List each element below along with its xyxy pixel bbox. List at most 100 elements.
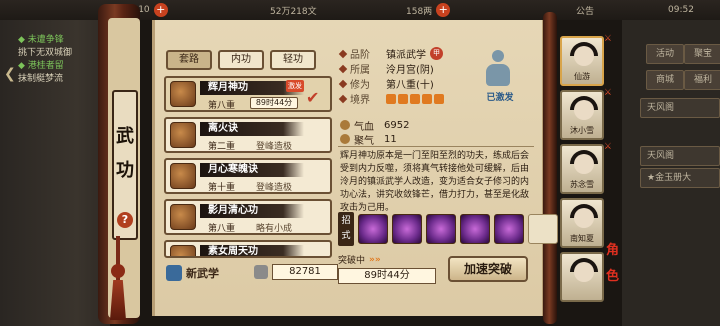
skill-description: 辉月神功原本是一门至阳至烈的功夫，练成后会受到内力反噬，须将真气转接他处可缓解，… [340,151,530,213]
cultivation-value: 第八重(十) [386,80,434,91]
hp-label: 气血 [354,121,374,133]
face [574,46,594,66]
title-char-1: 武 [116,126,134,147]
quest-line-3[interactable]: ◆ 港桂者留 [18,60,64,73]
character-name: 南知夏 [570,234,594,243]
realm-label: 境界 [350,95,370,106]
quest-line-2[interactable]: 挑下无双城御 [18,47,72,60]
points-value: 82781 [272,264,338,280]
skill-level: 第八重 [208,101,236,111]
character-portrait[interactable] [560,252,604,302]
skill-row-4[interactable]: 影月清心功 第八重 略有小成 [164,199,332,235]
face [574,154,594,174]
breakthrough-timer: 89时44分 [338,268,436,284]
welfare-button[interactable]: 福利 [684,70,720,90]
skill-level: 第八重 [208,224,236,234]
breakthrough-progress: 突破中»» 89时44分 [338,253,438,284]
sect-label: 所属 [350,65,370,76]
help-icon[interactable]: ? [117,212,133,228]
treasure-button[interactable]: 聚宝 [684,44,720,64]
tianfeng-pavilion-button[interactable]: 天风阁 [640,98,720,118]
tassel-knot [111,264,125,278]
character-portrait[interactable]: 仙游 ⚔ [560,34,612,86]
quest-line-1[interactable]: ◆ 未遭争锋 [18,34,64,47]
rank-row: 品阶 镇派武学甲 [338,46,444,61]
tab-inner-skill[interactable]: 内功 [218,50,264,70]
sect-value: 泠月宫(阴) [386,65,434,76]
power-label: 聚气 [354,135,374,147]
rank-label: 品阶 [350,50,370,61]
skill-scroll-icon [170,122,196,148]
realm-level-bars [386,93,444,104]
character-portrait[interactable]: 沐小雪 ⚔ [560,88,612,140]
skill-row-2[interactable]: 离火诀 第二重 登峰造极 [164,117,332,153]
skill-status: 登峰造极 [256,183,293,193]
character-portrait[interactable]: 南知夏 [560,198,604,248]
skill-scroll-icon [170,204,196,230]
collapse-arrow-icon[interactable]: ❮ [4,66,16,82]
divider [338,146,534,147]
skill-name: 素女周天功 [200,245,304,256]
face [574,100,594,120]
skill-row-3[interactable]: 月心寒魄诀 第十重 登峰造极 [164,158,332,194]
quest-line-4[interactable]: 抹制艇梦流 [18,73,63,86]
points-icon [254,265,268,279]
character-name: 仙游 [574,72,590,81]
tianfeng-pavilion-tab[interactable]: 天风阁 [640,146,720,166]
jade-book-button[interactable]: ★金玉册大 [640,168,720,188]
skill-row-1[interactable]: 辉月神功 激发 第八重 89时44分 ✔ [164,76,332,112]
realm-bar [434,93,444,104]
breakthrough-arrows-icon: »» [369,254,381,265]
character-name: 沐小雪 [570,126,594,135]
bullet-icon [338,64,348,73]
move-icon[interactable] [426,214,456,244]
skill-list: 辉月神功 激发 第八重 89时44分 ✔ 离火诀 第二重 登峰造极 月心寒魄诀 … [164,76,332,263]
bullet-icon [338,79,348,88]
move-icon[interactable] [358,214,388,244]
role-label[interactable]: 角 色 [606,238,628,290]
hp-value: 6952 [384,119,410,131]
skill-level: 第十重 [208,183,236,193]
battle-flag-icon: ⚔ [603,142,612,152]
skill-info: 品阶 镇派武学甲 所属 泠月宫(阴) 修为 第八重(十) 境界 [338,46,444,106]
new-skill-label: 新武学 [186,267,219,280]
skill-status: 登峰造极 [256,142,293,152]
skill-name: 月心寒魄诀 [200,163,304,177]
gold-value: 158两 [406,6,433,17]
character-portrait[interactable]: 苏念雪 ⚔ [560,142,612,194]
tab-routine[interactable]: 套路 [166,50,212,70]
realm-bar [398,93,408,104]
realm-row: 境界 [338,91,444,106]
skill-stats: 气血 6952 聚气 11 [340,118,410,147]
battle-flag-icon: ⚔ [603,34,612,44]
skill-scroll-icon [170,245,196,256]
move-icon[interactable] [494,214,524,244]
realm-bar [422,93,432,104]
new-skill-button[interactable]: 新武学 [166,264,258,282]
shop-button[interactable]: 商城 [646,70,684,90]
sect-row: 所属 泠月宫(阴) [338,61,444,76]
skill-row-5[interactable]: 素女周天功 [164,240,332,258]
battle-flag-icon: ⚔ [603,88,612,98]
move-icon[interactable] [392,214,422,244]
activity-button[interactable]: 活动 [646,44,684,64]
scroll-rod-right [543,12,557,324]
skill-name: 离火诀 [200,122,304,136]
skill-status: 略有小成 [256,224,293,234]
announcement-button[interactable]: 公告 [576,2,594,18]
gold-counter: 158两 + [406,2,451,18]
skill-category-tabs: 套路 内功 轻功 [166,50,316,70]
power-value: 11 [384,133,397,145]
checkmark-icon: ✔ [306,88,320,107]
move-slot-empty[interactable] [528,214,558,244]
add-gold-button[interactable]: + [436,3,451,17]
bullet-icon [338,49,348,58]
rank-value: 镇派武学 [386,50,426,61]
move-icon[interactable] [460,214,490,244]
speed-up-breakthrough-button[interactable]: 加速突破 [448,256,528,282]
tab-lightness[interactable]: 轻功 [270,50,316,70]
add-stamina-button[interactable]: + [153,3,168,17]
breakthrough-label: 突破中 [338,256,366,266]
skill-name: 影月清心功 [200,204,304,218]
skill-level: 第二重 [208,142,236,152]
